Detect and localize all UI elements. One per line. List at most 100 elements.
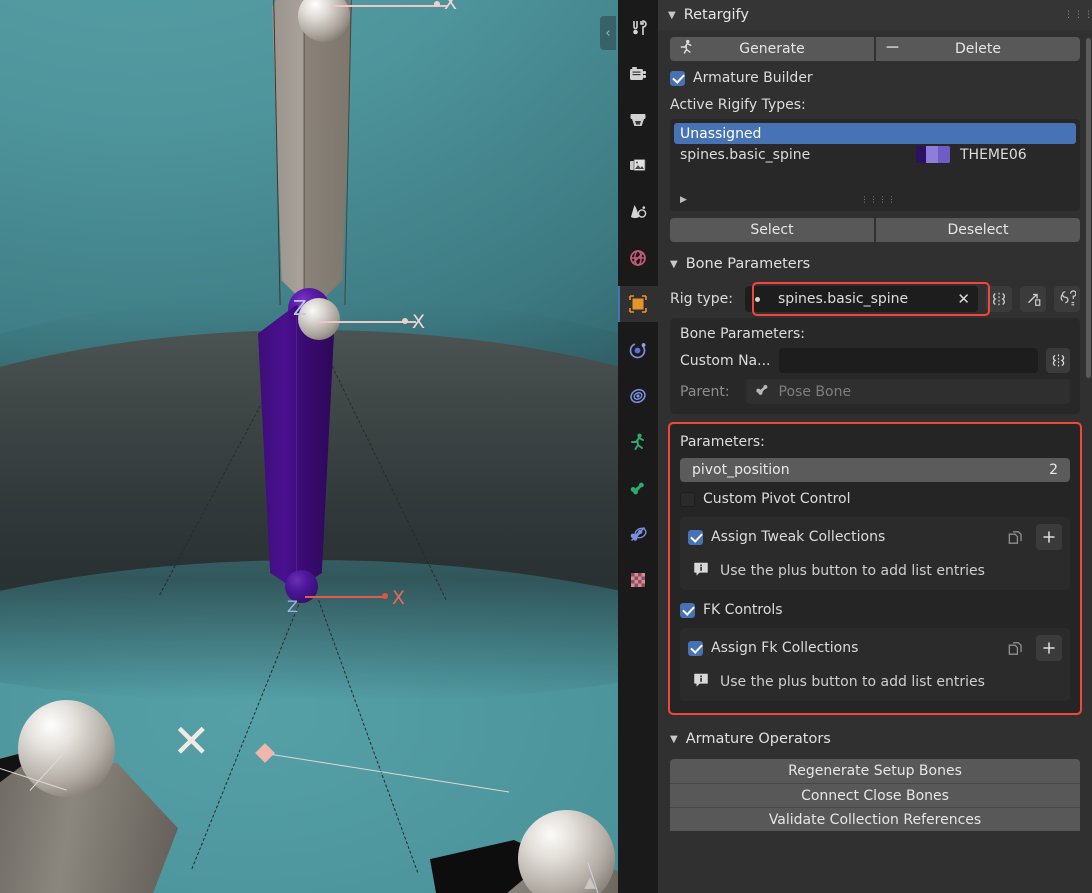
- tab-object[interactable]: [618, 286, 658, 322]
- bone-parameters-box: Bone Parameters: Custom Na... Parent: Po…: [670, 318, 1080, 414]
- custom-pivot-checkbox[interactable]: [680, 491, 695, 507]
- fk-controls-row[interactable]: FK Controls: [680, 602, 1070, 618]
- parent-placeholder: Pose Bone: [778, 383, 852, 400]
- list-item[interactable]: spines.basic_spine THEME06: [674, 144, 1076, 165]
- list-resize-grip-icon[interactable]: ⋮⋮⋮⋮: [860, 196, 896, 204]
- dot-icon: [754, 296, 760, 302]
- rig-type-row: Rig type: spines.basic_spine ✕: [670, 282, 1080, 316]
- object-square-icon: [627, 293, 649, 315]
- tab-texture[interactable]: [618, 562, 658, 598]
- plus-icon[interactable]: [1036, 635, 1062, 661]
- tab-physics[interactable]: [618, 332, 658, 368]
- sidebar-collapse-arrow[interactable]: ‹: [600, 16, 616, 50]
- driver-icon[interactable]: [1054, 286, 1080, 312]
- select-button[interactable]: Select: [670, 218, 874, 242]
- empty-plain-axes[interactable]: ✕: [172, 718, 211, 764]
- rigify-types-list[interactable]: Unassigned spines.basic_spine THEME06 ▶ …: [670, 119, 1080, 211]
- properties-editor: ▼ Retargify ⋮⋮⋮⋮ Gen: [658, 0, 1092, 893]
- axis-x-handle[interactable]: [402, 318, 408, 324]
- list-item-name: Unassigned: [680, 125, 762, 142]
- tab-scene[interactable]: [618, 194, 658, 230]
- custom-pivot-label: Custom Pivot Control: [703, 491, 851, 507]
- chevron-down-icon: ▼: [670, 258, 678, 270]
- panel-header-armature-operators[interactable]: ▼ Armature Operators: [670, 725, 1080, 753]
- tab-view-layer[interactable]: [618, 148, 658, 184]
- bone-icon: [754, 381, 771, 402]
- assign-tweak-checkbox[interactable]: [688, 529, 703, 545]
- custom-name-input[interactable]: [778, 348, 1038, 373]
- tab-bone-constraints[interactable]: [618, 516, 658, 552]
- tab-object-constraints[interactable]: [618, 378, 658, 414]
- animate-data-icon[interactable]: [1046, 348, 1070, 373]
- assign-fk-hint: Use the plus button to add list entries: [720, 674, 985, 690]
- parameters-wrapper: Parameters: pivot_position 2 Custom Pivo…: [668, 422, 1082, 715]
- bone-edge: [296, 312, 297, 582]
- drag-grip-icon[interactable]: ⋮⋮⋮⋮: [1064, 10, 1092, 19]
- navigation-gizmo-icon[interactable]: ▲: [576, 871, 604, 893]
- pivot-position-slider[interactable]: pivot_position 2: [680, 458, 1070, 482]
- armature-builder-label: Armature Builder: [693, 70, 813, 86]
- delete-label: Delete: [955, 41, 1001, 57]
- tab-bone[interactable]: [618, 470, 658, 506]
- armature-man-icon: [628, 432, 648, 452]
- info-icon: [692, 671, 710, 693]
- tab-tool[interactable]: [618, 10, 658, 46]
- minus-icon: [884, 39, 901, 60]
- blender-window: X X Z X Z ✕ ‹ ▲ ▼ Retargify ⋮⋮⋮ Generate…: [0, 0, 1092, 893]
- axis-x-handle[interactable]: [382, 593, 388, 599]
- list-item[interactable]: Unassigned: [674, 123, 1076, 144]
- deselect-button[interactable]: Deselect: [876, 218, 1080, 242]
- connect-close-bones-button[interactable]: Connect Close Bones: [670, 783, 1080, 807]
- armature-operator-buttons: Regenerate Setup Bones Connect Close Bon…: [670, 759, 1080, 831]
- bone-edge: [304, 0, 305, 305]
- chevron-down-icon: ▼: [668, 9, 676, 21]
- regenerate-setup-bones-button[interactable]: Regenerate Setup Bones: [670, 759, 1080, 783]
- assign-fk-label: Assign Fk Collections: [711, 640, 859, 656]
- clear-icon[interactable]: ✕: [957, 290, 972, 308]
- armature-builder-row[interactable]: Armature Builder: [670, 70, 1080, 86]
- 3d-viewport[interactable]: X X Z X Z ✕ ‹ ▲: [0, 0, 618, 893]
- generate-button[interactable]: Generate: [670, 37, 874, 61]
- axis-x-label-top: X: [444, 0, 458, 14]
- checker-texture-icon: [628, 570, 648, 590]
- parent-pose-bone-input[interactable]: Pose Bone: [745, 379, 1070, 404]
- constraint-icon: [628, 386, 648, 406]
- panel-header-bone-parameters[interactable]: ▼ Bone Parameters: [670, 250, 1080, 278]
- animate-data-icon[interactable]: [986, 286, 1012, 312]
- tab-render[interactable]: [618, 56, 658, 92]
- duplicate-icon[interactable]: [1002, 635, 1028, 661]
- axis-x-label-mid: X: [412, 311, 426, 333]
- plus-icon[interactable]: [1036, 524, 1062, 550]
- scene-cone-icon: [628, 202, 648, 222]
- duplicate-icon[interactable]: [1002, 524, 1028, 550]
- axis-z-label-mid: Z: [293, 296, 307, 320]
- generate-label: Generate: [739, 41, 805, 57]
- pivot-position-value: 2: [1049, 462, 1058, 478]
- custom-name-row: Custom Na...: [680, 348, 1070, 373]
- expand-triangle-icon[interactable]: ▶: [680, 195, 687, 205]
- delete-button[interactable]: Delete: [876, 37, 1080, 61]
- tab-world[interactable]: [618, 240, 658, 276]
- tab-object-data-armature[interactable]: [618, 424, 658, 460]
- extrapolate-icon[interactable]: [1020, 286, 1046, 312]
- rig-type-value: spines.basic_spine: [777, 291, 909, 307]
- assign-fk-checkbox[interactable]: [688, 640, 703, 656]
- fk-controls-checkbox[interactable]: [680, 602, 695, 618]
- properties-tab-rail: [618, 0, 658, 893]
- axis-x-line: [305, 596, 387, 598]
- panel-header-retargify[interactable]: ▼ Retargify ⋮⋮⋮⋮: [658, 0, 1092, 30]
- rig-type-field[interactable]: spines.basic_spine ✕: [744, 286, 978, 312]
- parameters-title: Parameters:: [680, 434, 765, 450]
- tab-output[interactable]: [618, 102, 658, 138]
- deselect-label: Deselect: [947, 222, 1009, 238]
- bone-octahedral-grey[interactable]: [272, 0, 352, 310]
- properties-scrollbar[interactable]: [1086, 38, 1091, 378]
- axis-x-handle[interactable]: [434, 1, 440, 7]
- custom-pivot-row[interactable]: Custom Pivot Control: [680, 491, 1070, 507]
- panel-title-armature-operators: Armature Operators: [685, 731, 831, 747]
- parent-label: Parent:: [680, 383, 730, 400]
- active-rigify-types-label: Active Rigify Types:: [670, 97, 806, 113]
- fk-controls-label: FK Controls: [703, 602, 783, 618]
- armature-builder-checkbox[interactable]: [670, 70, 685, 86]
- validate-collection-references-button[interactable]: Validate Collection References: [670, 807, 1080, 831]
